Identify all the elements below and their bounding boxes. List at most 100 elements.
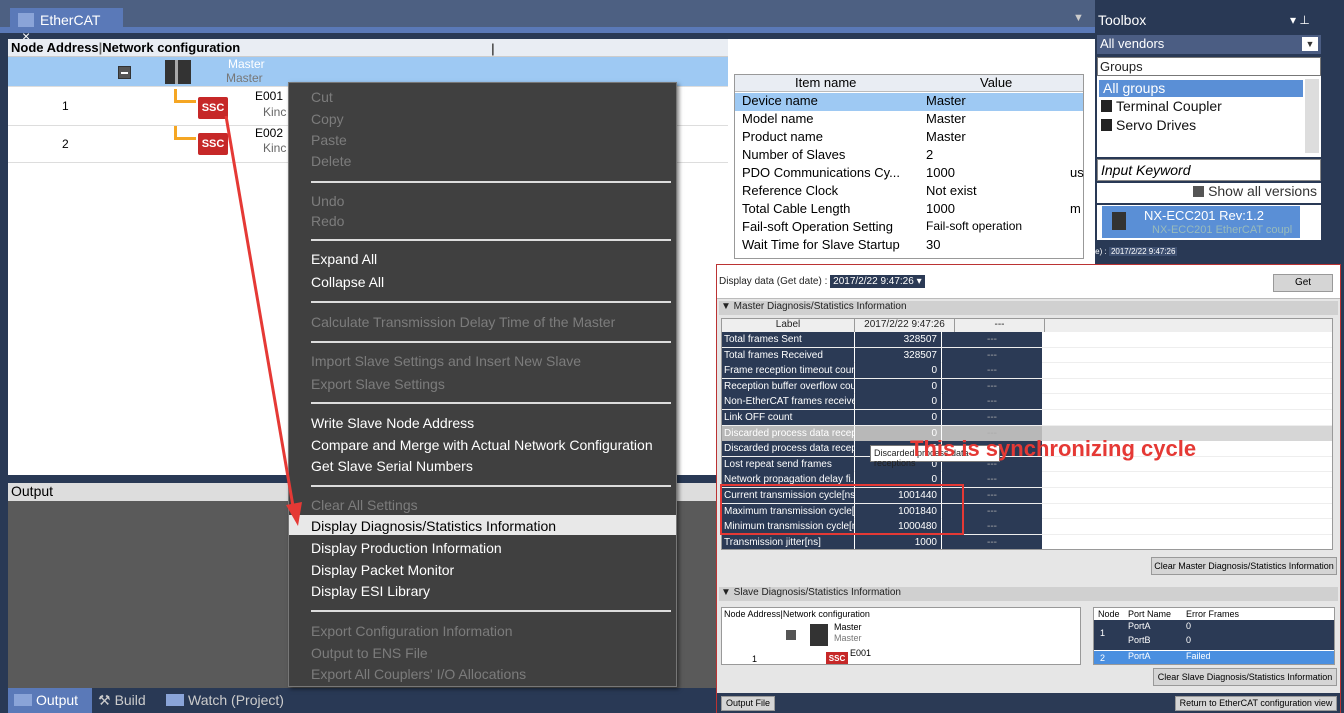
menu-item-clear-all[interactable]: Clear All Settings bbox=[311, 497, 418, 513]
menu-item-output-ens[interactable]: Output to ENS File bbox=[311, 645, 428, 661]
menu-item-redo[interactable]: Redo bbox=[311, 213, 344, 229]
group-item-terminal-coupler[interactable]: Terminal Coupler bbox=[1101, 98, 1222, 114]
menu-separator bbox=[311, 610, 671, 612]
tab-build[interactable]: ⚒ Build bbox=[98, 692, 146, 709]
property-value: Not exist bbox=[926, 183, 977, 198]
device-list: NX-ECC201 Rev:1.2 NX-ECC201 EtherCAT cou… bbox=[1097, 205, 1321, 240]
slave-master-model: Master bbox=[834, 633, 862, 643]
column-resize-handle[interactable]: | bbox=[491, 41, 495, 56]
hammer-icon: ⚒ bbox=[98, 692, 111, 708]
pin-icon[interactable]: ▾ ⊥ bbox=[1290, 13, 1310, 27]
menu-item-expand-all[interactable]: Expand All bbox=[311, 251, 377, 267]
diag-row-extra: --- bbox=[942, 347, 1042, 363]
menu-separator bbox=[311, 402, 671, 404]
device-item[interactable]: NX-ECC201 Rev:1.2 NX-ECC201 EtherCAT cou… bbox=[1102, 206, 1300, 238]
chevron-down-icon: ▼ bbox=[1302, 37, 1318, 51]
menu-item-get-serials[interactable]: Get Slave Serial Numbers bbox=[311, 458, 473, 474]
device-name: NX-ECC201 Rev:1.2 bbox=[1144, 208, 1264, 223]
col-date: 2017/2/22 9:47:26 bbox=[855, 319, 955, 332]
diag-row-value: 0 bbox=[855, 378, 941, 394]
property-row[interactable]: Number of Slaves 2 bbox=[735, 147, 1083, 165]
annotation-text: This is synchronizing cycle bbox=[910, 436, 1197, 461]
vendor-select-value: All vendors bbox=[1100, 36, 1165, 51]
show-all-versions-checkbox[interactable]: Show all versions bbox=[1097, 183, 1321, 203]
menu-item-collapse-all[interactable]: Collapse All bbox=[311, 274, 384, 290]
port-table: Node Port Name Error Frames 1 PortA 0 Po… bbox=[1093, 607, 1335, 665]
property-row[interactable]: Reference Clock Not exist bbox=[735, 183, 1083, 201]
port-errors: 0 bbox=[1186, 621, 1192, 631]
menu-item-compare-merge[interactable]: Compare and Merge with Actual Network Co… bbox=[311, 437, 653, 453]
property-row[interactable]: Device name Master bbox=[735, 93, 1083, 111]
diag-row-extra: --- bbox=[942, 378, 1042, 394]
output-file-button[interactable]: Output File bbox=[721, 696, 775, 711]
menu-item-import-slave[interactable]: Import Slave Settings and Insert New Sla… bbox=[311, 353, 581, 369]
menu-item-display-production[interactable]: Display Production Information bbox=[311, 540, 502, 556]
diag-row[interactable]: Total frames Received 328507 --- bbox=[722, 347, 1332, 364]
group-label: Servo Drives bbox=[1116, 117, 1197, 133]
menu-item-export-config[interactable]: Export Configuration Information bbox=[311, 623, 513, 639]
node-address: 2 bbox=[62, 137, 69, 151]
slave-vendor: Kinc bbox=[263, 105, 287, 119]
menu-item-write-address[interactable]: Write Slave Node Address bbox=[311, 415, 474, 431]
diag-row-value: 1000 bbox=[855, 534, 941, 549]
property-name: PDO Communications Cy... bbox=[742, 165, 900, 180]
tab-ethercat[interactable]: EtherCAT × bbox=[10, 8, 123, 44]
collapse-icon[interactable] bbox=[118, 66, 131, 79]
port-errors: Failed bbox=[1186, 651, 1211, 661]
menu-item-esi-library[interactable]: Display ESI Library bbox=[311, 583, 430, 599]
diag-row[interactable]: Link OFF count 0 --- bbox=[722, 410, 1332, 426]
diag-row[interactable]: Transmission jitter[ns] 1000 --- bbox=[722, 534, 1332, 549]
groups-scrollbar[interactable] bbox=[1305, 79, 1319, 153]
menu-item-export-couplers[interactable]: Export All Couplers' I/O Allocations bbox=[311, 666, 526, 682]
diag-row[interactable]: Reception buffer overflow count 0 --- bbox=[722, 378, 1332, 395]
collapse-icon[interactable] bbox=[786, 630, 796, 640]
col-item-name: Item name bbox=[795, 75, 857, 90]
tab-output[interactable]: Output bbox=[8, 688, 92, 713]
clear-slave-button[interactable]: Clear Slave Diagnosis/Statistics Informa… bbox=[1153, 668, 1337, 686]
menu-item-copy[interactable]: Copy bbox=[311, 111, 344, 127]
property-row[interactable]: Model name Master bbox=[735, 111, 1083, 129]
menu-item-delete[interactable]: Delete bbox=[311, 153, 351, 169]
menu-item-export-slave[interactable]: Export Slave Settings bbox=[311, 376, 445, 392]
property-row[interactable]: PDO Communications Cy... 1000 us bbox=[735, 165, 1084, 183]
tab-watch[interactable]: Watch (Project) bbox=[166, 692, 284, 708]
diag-row[interactable]: Total frames Sent 328507 --- bbox=[722, 332, 1332, 348]
diag-row[interactable]: Frame reception timeout count 0 --- bbox=[722, 363, 1332, 379]
tab-dropdown-icon[interactable]: ▼ bbox=[1073, 12, 1084, 24]
menu-separator bbox=[311, 301, 671, 303]
get-button[interactable]: Get bbox=[1273, 274, 1333, 292]
return-button[interactable]: Return to EtherCAT configuration view bbox=[1175, 696, 1337, 711]
group-item-all[interactable]: All groups bbox=[1099, 80, 1303, 97]
tab-label: EtherCAT bbox=[40, 12, 101, 28]
menu-item-paste[interactable]: Paste bbox=[311, 132, 347, 148]
master-section-header[interactable]: ▼ Master Diagnosis/Statistics Informatio… bbox=[719, 301, 1338, 315]
date-select[interactable]: 2017/2/22 9:47:26 ▾ bbox=[830, 275, 925, 288]
menu-item-cut[interactable]: Cut bbox=[311, 89, 333, 105]
output-icon bbox=[14, 694, 32, 706]
property-row[interactable]: Fail-soft Operation Setting Fail-soft ope… bbox=[735, 219, 1083, 237]
vendor-select[interactable]: All vendors ▼ bbox=[1097, 35, 1321, 54]
device-desc: NX-ECC201 EtherCAT coupl bbox=[1152, 224, 1293, 236]
diag-row-value: 0 bbox=[855, 410, 941, 425]
diag-row-label: Discarded process data recepti... bbox=[722, 425, 854, 441]
slave-name: E001 bbox=[255, 89, 284, 103]
property-row[interactable]: Total Cable Length 1000 m bbox=[735, 201, 1083, 219]
display-date-value[interactable]: 2017/2/22 9:47:26 bbox=[1108, 247, 1178, 256]
keyword-input[interactable]: Input Keyword bbox=[1097, 159, 1321, 181]
connection-line bbox=[174, 126, 196, 140]
menu-item-display-diagnosis[interactable]: Display Diagnosis/Statistics Information bbox=[311, 518, 556, 534]
slave-section-header[interactable]: ▼ Slave Diagnosis/Statistics Information bbox=[719, 587, 1338, 601]
menu-item-calc-delay[interactable]: Calculate Transmission Delay Time of the… bbox=[311, 314, 615, 330]
port-name: PortA bbox=[1128, 621, 1151, 631]
diag-row-label: Link OFF count bbox=[722, 410, 854, 425]
menu-item-undo[interactable]: Undo bbox=[311, 193, 344, 209]
toolbox-title: Toolbox bbox=[1098, 12, 1147, 28]
clear-master-button[interactable]: Clear Master Diagnosis/Statistics Inform… bbox=[1151, 557, 1337, 575]
group-item-servo-drives[interactable]: Servo Drives bbox=[1101, 117, 1196, 133]
property-row[interactable]: Product name Master bbox=[735, 129, 1083, 147]
property-value: Master bbox=[926, 93, 966, 108]
menu-item-packet-monitor[interactable]: Display Packet Monitor bbox=[311, 562, 454, 578]
slave-device-icon: SSC bbox=[198, 97, 228, 119]
diag-row-label: Total frames Received bbox=[722, 347, 854, 363]
diag-row[interactable]: Non-EtherCAT frames received 0 --- bbox=[722, 394, 1332, 410]
